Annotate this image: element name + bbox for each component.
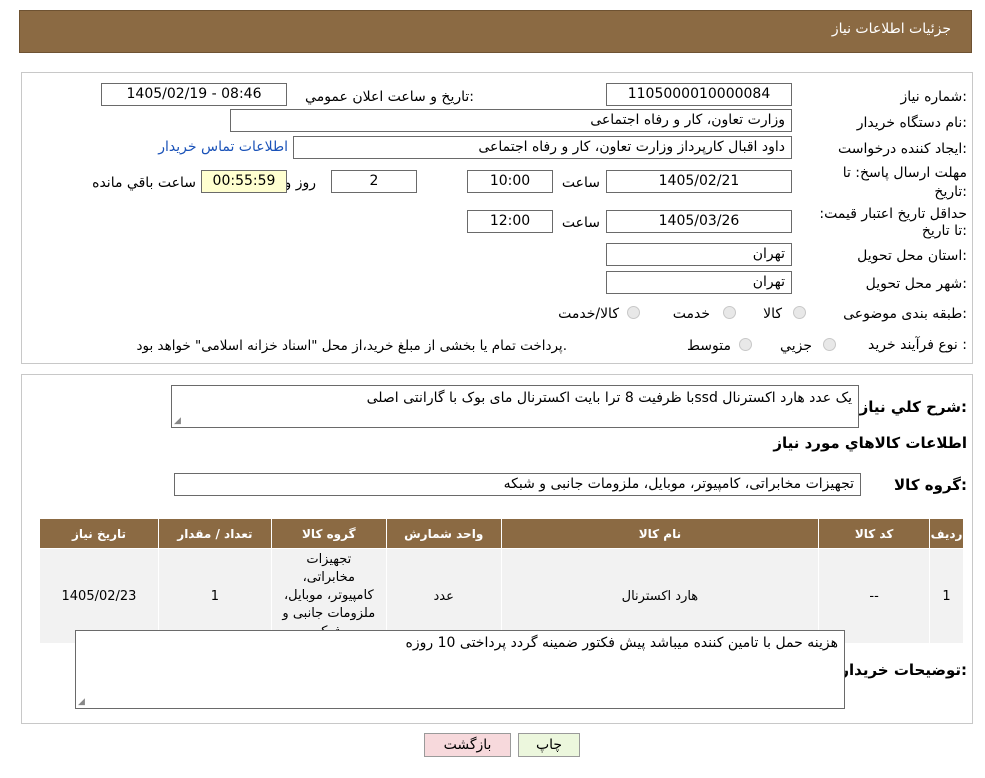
announce-datetime-field: 1405/02/19 - 08:46	[101, 83, 287, 106]
price-validity-label: حداقل تاریخ اعتبار قیمت: تا تاریخ:	[819, 206, 967, 239]
goods-group-field: تجهیزات مخابراتی، کامپیوتر، موبایل، ملزو…	[174, 473, 861, 496]
buyer-notes-textarea[interactable]: هزینه حمل با تامین کننده میباشد پیش فکتو…	[75, 630, 845, 709]
category-label: طبقه بندی موضوعی:	[843, 306, 967, 322]
col-name: نام کالا	[500, 518, 820, 549]
remaining-time-label: ساعت باقي مانده	[92, 175, 196, 191]
requester-field: داود اقبال کارپرداز وزارت تعاون، کار و ر…	[293, 136, 792, 159]
category-goods-radio[interactable]	[793, 306, 806, 319]
days-label: روز و	[284, 175, 317, 191]
process-minor-radio[interactable]	[823, 338, 836, 351]
reply-date-field: 1405/02/21	[606, 170, 792, 193]
col-row: ردیف	[929, 518, 964, 549]
requester-label: ایجاد کننده درخواست:	[838, 141, 967, 157]
process-medium-label: متوسط	[687, 338, 731, 354]
city-label: شهر محل تحویل:	[865, 276, 967, 292]
buyer-contact-link[interactable]: اطلاعات تماس خریدار	[158, 139, 288, 155]
need-number-field: 1105000010000084	[606, 83, 792, 106]
page-title: جزئیات اطلاعات نیاز	[831, 21, 951, 37]
buyer-notes-label: توضیحات خریدار:	[840, 661, 967, 679]
category-service-radio[interactable]	[723, 306, 736, 319]
cell-row: 1	[929, 548, 964, 644]
col-qty: تعداد / مقدار	[157, 518, 272, 549]
goods-info-title: اطلاعات کالاهاي مورد نیاز	[773, 434, 967, 452]
goods-table: ردیف کد کالا نام کالا واحد شمارش گروه کا…	[39, 518, 964, 644]
remaining-time-field: 00:55:59	[201, 170, 287, 193]
resize-grip-icon: ◢	[174, 416, 181, 426]
summary-text: یک عدد هارد اکسترنال ssdبا ظرفیت 8 ترا ب…	[366, 390, 852, 406]
validity-time-label: ساعت	[561, 215, 600, 231]
city-field: تهران	[606, 271, 792, 294]
goods-group-label: گروه کالا:	[894, 476, 967, 494]
summary-textarea[interactable]: یک عدد هارد اکسترنال ssdبا ظرفیت 8 ترا ب…	[171, 385, 859, 428]
buyer-notes-text: هزینه حمل با تامین کننده میباشد پیش فکتو…	[405, 635, 838, 651]
process-medium-radio[interactable]	[739, 338, 752, 351]
reply-time-label: ساعت	[561, 175, 600, 191]
goods-table-header: ردیف کد کالا نام کالا واحد شمارش گروه کا…	[39, 518, 964, 549]
page-header: جزئیات اطلاعات نیاز	[19, 10, 972, 53]
summary-label: شرح کلي نیاز:	[859, 398, 967, 416]
category-goods-service-label: کالا/خدمت	[558, 306, 619, 322]
treasury-note: پرداخت تمام یا بخشی از مبلغ خرید،از محل …	[136, 338, 567, 354]
province-label: استان محل تحویل:	[857, 248, 967, 264]
buyer-org-field: وزارت تعاون، کار و رفاه اجتماعی	[230, 109, 792, 132]
print-button[interactable]: چاپ	[518, 733, 580, 757]
reply-time-field: 10:00	[467, 170, 553, 193]
validity-time-field: 12:00	[467, 210, 553, 233]
col-date: تاریخ نیاز	[39, 518, 159, 549]
announce-label: تاریخ و ساعت اعلان عمومي:	[305, 89, 474, 105]
need-number-label: شماره نیاز:	[900, 89, 967, 105]
col-group: گروه کالا	[270, 518, 387, 549]
category-service-label: خدمت	[672, 306, 710, 322]
category-goods-service-radio[interactable]	[627, 306, 640, 319]
col-unit: واحد شمارش	[385, 518, 502, 549]
resize-grip-icon: ◢	[78, 697, 85, 707]
days-field: 2	[331, 170, 417, 193]
process-type-label: نوع فرآیند خرید :	[868, 337, 967, 353]
category-goods-label: کالا	[763, 306, 782, 322]
col-code: کد کالا	[818, 518, 931, 549]
reply-deadline-label: مهلت ارسال پاسخ: تا تاریخ:	[842, 165, 967, 200]
process-minor-label: جزیي	[780, 338, 812, 354]
validity-date-field: 1405/03/26	[606, 210, 792, 233]
buyer-org-label: نام دستگاه خریدار:	[856, 115, 967, 131]
back-button[interactable]: بازگشت	[424, 733, 511, 757]
province-field: تهران	[606, 243, 792, 266]
